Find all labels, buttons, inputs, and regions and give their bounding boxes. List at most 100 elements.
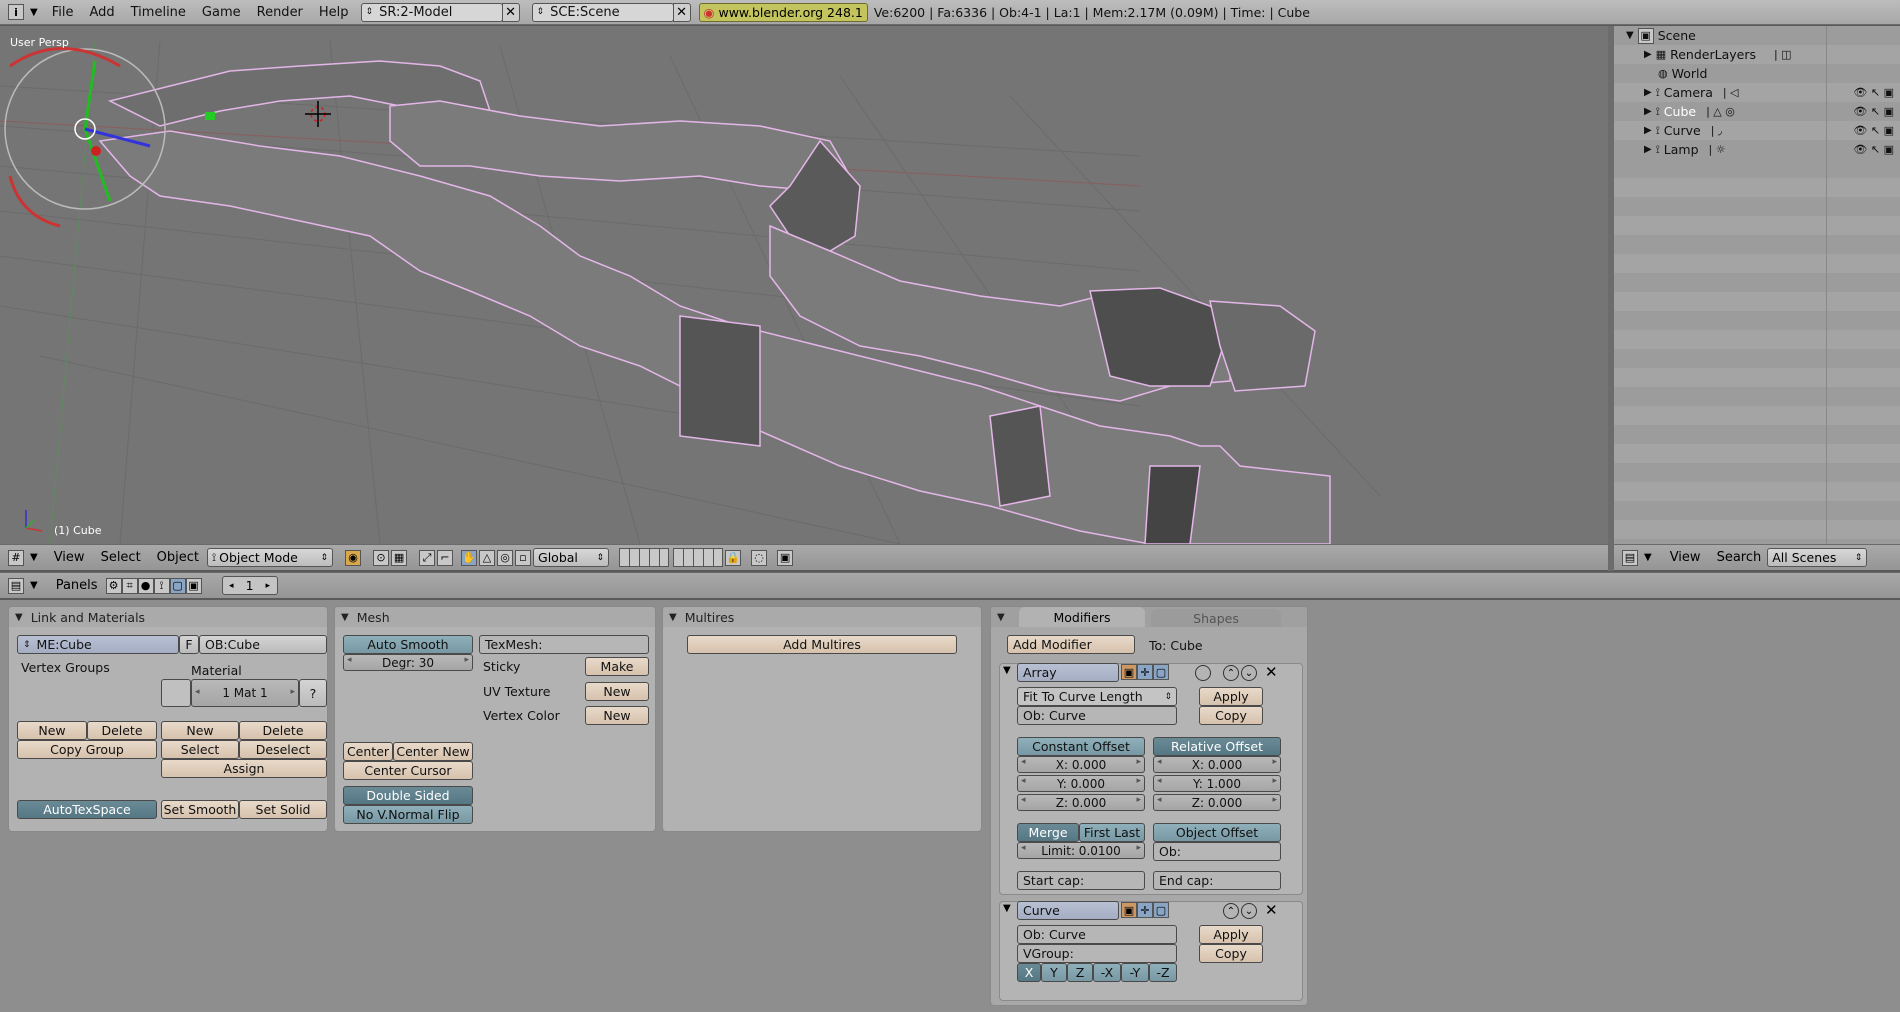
context-tabs[interactable]: ⚙ ⌗ ● ⟟ ▢ ▣ bbox=[105, 577, 202, 594]
collapse-icon[interactable]: ▼ bbox=[341, 612, 349, 623]
add-modifier-button[interactable]: Add Modifier bbox=[1007, 635, 1135, 654]
collapse-icon[interactable]: ▼ bbox=[1003, 665, 1011, 676]
material-deselect-button[interactable]: Deselect bbox=[239, 740, 327, 759]
menu-search[interactable]: Search bbox=[1717, 550, 1762, 565]
increment-arrow-icon[interactable]: ▸ bbox=[1136, 795, 1141, 805]
remove-modifier-icon[interactable]: ✕ bbox=[1265, 663, 1278, 681]
expand-right-icon[interactable]: ▶ bbox=[1644, 87, 1652, 98]
vgroup-field[interactable]: VGroup: bbox=[1017, 944, 1177, 963]
cage-toggle-icon[interactable] bbox=[1195, 665, 1211, 681]
snap-icon[interactable]: ⌐ bbox=[437, 549, 454, 566]
decrement-arrow-icon[interactable]: ◂ bbox=[347, 655, 352, 665]
chevron-down-icon[interactable]: ▼ bbox=[30, 552, 38, 563]
degr-field[interactable]: ◂ Degr: 30 ▸ bbox=[343, 654, 473, 671]
grid-window-type-icon[interactable]: # bbox=[8, 549, 24, 566]
merge-toggle[interactable]: Merge bbox=[1017, 823, 1079, 842]
lock-icon[interactable]: 🔒 bbox=[725, 549, 742, 566]
increment-arrow-icon[interactable]: ▸ bbox=[464, 655, 469, 665]
buttons-window-type-icon[interactable]: ▤ bbox=[8, 577, 24, 594]
menu-file[interactable]: File bbox=[44, 5, 82, 20]
collapse-icon[interactable]: ▼ bbox=[997, 612, 1005, 623]
translate-icon[interactable]: △ bbox=[479, 549, 496, 566]
decrement-arrow-icon[interactable]: ◂ bbox=[1021, 843, 1026, 853]
visibility-icons[interactable]: 👁 ↖ ▣ bbox=[1853, 143, 1894, 156]
move-up-icon[interactable]: ⌃ bbox=[1223, 665, 1239, 681]
outliner-item-curve[interactable]: ▶ ⟟ Curve | ◞ 👁 ↖ ▣ bbox=[1614, 121, 1900, 140]
menu-add[interactable]: Add bbox=[81, 5, 122, 20]
frame-field[interactable]: ◂ 1 ▸ bbox=[221, 576, 278, 595]
array-curve-object-field[interactable]: Ob: Curve bbox=[1017, 706, 1177, 725]
increment-arrow-icon[interactable]: ▸ bbox=[1272, 795, 1277, 805]
scene-tab-icon[interactable]: ▣ bbox=[185, 577, 202, 594]
constant-offset-z[interactable]: ◂ Z: 0.000 ▸ bbox=[1017, 794, 1145, 811]
deform-axis-z[interactable]: Z bbox=[1067, 963, 1093, 982]
close-screen-button[interactable]: ✕ bbox=[501, 2, 520, 22]
texmesh-field[interactable]: TexMesh: bbox=[479, 635, 649, 654]
copy-group-button[interactable]: Copy Group bbox=[17, 740, 157, 759]
material-delete-button[interactable]: Delete bbox=[239, 721, 327, 740]
scale-icon[interactable]: ▫ bbox=[515, 549, 532, 566]
decrement-arrow-icon[interactable]: ◂ bbox=[1157, 795, 1162, 805]
set-solid-button[interactable]: Set Solid bbox=[239, 800, 327, 819]
menu-help[interactable]: Help bbox=[311, 5, 357, 20]
info-window-type-icon[interactable]: i bbox=[8, 4, 24, 20]
manipulator-icon[interactable]: ⤢ bbox=[419, 549, 436, 566]
render-preview-icon[interactable]: ◌ bbox=[751, 549, 768, 566]
expand-right-icon[interactable]: ▶ bbox=[1644, 106, 1652, 117]
expand-down-icon[interactable]: ▼ bbox=[1626, 30, 1634, 41]
first-last-toggle[interactable]: First Last bbox=[1079, 823, 1145, 842]
chevron-down-icon[interactable]: ▼ bbox=[30, 580, 38, 591]
constant-offset-toggle[interactable]: Constant Offset bbox=[1017, 737, 1145, 756]
relative-offset-toggle[interactable]: Relative Offset bbox=[1153, 737, 1281, 756]
curve-modifier-name[interactable]: Curve bbox=[1017, 901, 1119, 920]
outliner-item-camera[interactable]: ▶ ⟟ Camera | ◁ 👁 ↖ ▣ bbox=[1614, 83, 1900, 102]
editmode-toggle-icon[interactable]: ▢ bbox=[1153, 902, 1169, 918]
realtime-toggle-icon[interactable]: ✛ bbox=[1137, 664, 1153, 680]
material-color-swatch[interactable] bbox=[161, 679, 191, 707]
offset-object-field[interactable]: Ob: bbox=[1153, 842, 1281, 861]
panel-header[interactable]: ▼ Mesh bbox=[335, 607, 655, 627]
autotexspace-toggle[interactable]: AutoTexSpace bbox=[17, 800, 157, 819]
add-multires-button[interactable]: Add Multires bbox=[687, 635, 957, 654]
decrement-arrow-icon[interactable]: ◂ bbox=[1021, 795, 1026, 805]
auto-smooth-toggle[interactable]: Auto Smooth bbox=[343, 635, 473, 654]
outliner-item-scene[interactable]: ▼ ▣ Scene bbox=[1614, 26, 1900, 45]
increment-arrow-icon[interactable]: ▸ bbox=[1136, 757, 1141, 767]
object-name-field[interactable]: OB:Cube bbox=[199, 635, 327, 654]
move-down-icon[interactable]: ⌄ bbox=[1241, 665, 1257, 681]
constant-offset-y[interactable]: ◂ Y: 0.000 ▸ bbox=[1017, 775, 1145, 792]
menu-game[interactable]: Game bbox=[194, 5, 249, 20]
material-new-button[interactable]: New bbox=[161, 721, 239, 740]
curve-copy-button[interactable]: Copy bbox=[1199, 944, 1263, 963]
visibility-icons[interactable]: 👁 ↖ ▣ bbox=[1853, 105, 1894, 118]
decrement-arrow-icon[interactable]: ◂ bbox=[1021, 776, 1026, 786]
array-apply-button[interactable]: Apply bbox=[1199, 687, 1263, 706]
script-icon[interactable]: ⌗ bbox=[121, 577, 138, 594]
array-modifier-name[interactable]: Array bbox=[1017, 663, 1119, 682]
deform-axis-neg-y[interactable]: -Y bbox=[1121, 963, 1149, 982]
menu-object[interactable]: Object bbox=[157, 550, 199, 565]
panel-header[interactable]: ▼ Link and Materials bbox=[9, 607, 327, 627]
relative-offset-z[interactable]: ◂ Z: 0.000 ▸ bbox=[1153, 794, 1281, 811]
fake-user-button[interactable]: F bbox=[179, 635, 199, 654]
double-sided-toggle[interactable]: Double Sided bbox=[343, 786, 473, 805]
editmode-toggle-icon[interactable]: ▢ bbox=[1153, 664, 1169, 680]
center-new-button[interactable]: Center New bbox=[393, 742, 473, 761]
collapse-icon[interactable]: ▼ bbox=[15, 612, 23, 623]
fit-type-selector[interactable]: Fit To Curve Length ⇕ bbox=[1017, 687, 1177, 706]
tab-shapes[interactable]: Shapes bbox=[1151, 609, 1281, 627]
logic-icon[interactable]: ⚙ bbox=[105, 577, 122, 594]
expand-right-icon[interactable]: ▶ bbox=[1644, 125, 1652, 136]
rotate-icon[interactable]: ◎ bbox=[497, 549, 514, 566]
outliner-item-cube[interactable]: ▶ ⟟ Cube | △ ◎ 👁 ↖ ▣ bbox=[1614, 102, 1900, 121]
visibility-icons[interactable]: 👁 ↖ ▣ bbox=[1853, 124, 1894, 137]
orientation-selector[interactable]: Global ⇕ bbox=[533, 548, 610, 567]
realtime-toggle-icon[interactable]: ✛ bbox=[1137, 902, 1153, 918]
outliner-window-type-icon[interactable]: ▤ bbox=[1622, 549, 1638, 566]
object-offset-toggle[interactable]: Object Offset bbox=[1153, 823, 1281, 842]
remove-modifier-icon[interactable]: ✕ bbox=[1265, 901, 1278, 919]
decrement-arrow-icon[interactable]: ◂ bbox=[195, 687, 200, 697]
mesh-datablock-field[interactable]: ⇕ ME:Cube bbox=[17, 635, 179, 654]
3d-viewport[interactable]: User Persp (1) Cube bbox=[0, 26, 1608, 544]
deform-axis-y[interactable]: Y bbox=[1041, 963, 1067, 982]
